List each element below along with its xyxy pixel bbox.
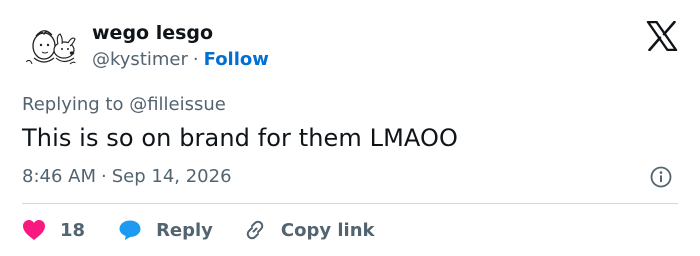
- author-display-name[interactable]: wego lesgo: [92, 22, 213, 44]
- follow-button[interactable]: Follow: [204, 49, 269, 70]
- reply-context-mention[interactable]: @filleissue: [129, 94, 226, 115]
- tweet-time: 8:46 AM: [22, 166, 96, 187]
- copy-link-button[interactable]: Copy link: [243, 218, 375, 242]
- reply-context: Replying to @filleissue: [22, 94, 226, 115]
- tweet-date: Sep 14, 2026: [111, 166, 232, 187]
- action-bar: 18 Reply Copy link: [22, 215, 375, 245]
- tweet-timestamp[interactable]: 8:46 AM · Sep 14, 2026: [22, 166, 232, 187]
- copy-link-label: Copy link: [280, 219, 375, 241]
- reply-context-prefix: Replying to: [22, 94, 124, 115]
- author-handle[interactable]: @kystimer: [92, 49, 188, 70]
- link-icon: [243, 218, 267, 242]
- x-logo-icon[interactable]: [646, 20, 678, 52]
- author-handle-line: @kystimer · Follow: [92, 49, 269, 70]
- divider: [22, 203, 678, 204]
- reply-button[interactable]: Reply: [118, 219, 213, 241]
- tweet-text: This is so on brand for them LMAOO: [22, 124, 458, 152]
- reply-label: Reply: [156, 219, 213, 241]
- avatar-illustration: [25, 30, 79, 66]
- info-icon[interactable]: [650, 166, 672, 188]
- heart-icon: [22, 219, 46, 241]
- like-button[interactable]: 18: [22, 219, 85, 241]
- like-count: 18: [60, 219, 86, 241]
- speech-bubble-icon: [118, 219, 142, 241]
- tweet-card: wego lesgo @kystimer · Follow Replying to …: [0, 0, 700, 256]
- separator-dot: ·: [192, 49, 199, 70]
- avatar[interactable]: [22, 18, 80, 76]
- separator-dot: ·: [101, 166, 107, 187]
